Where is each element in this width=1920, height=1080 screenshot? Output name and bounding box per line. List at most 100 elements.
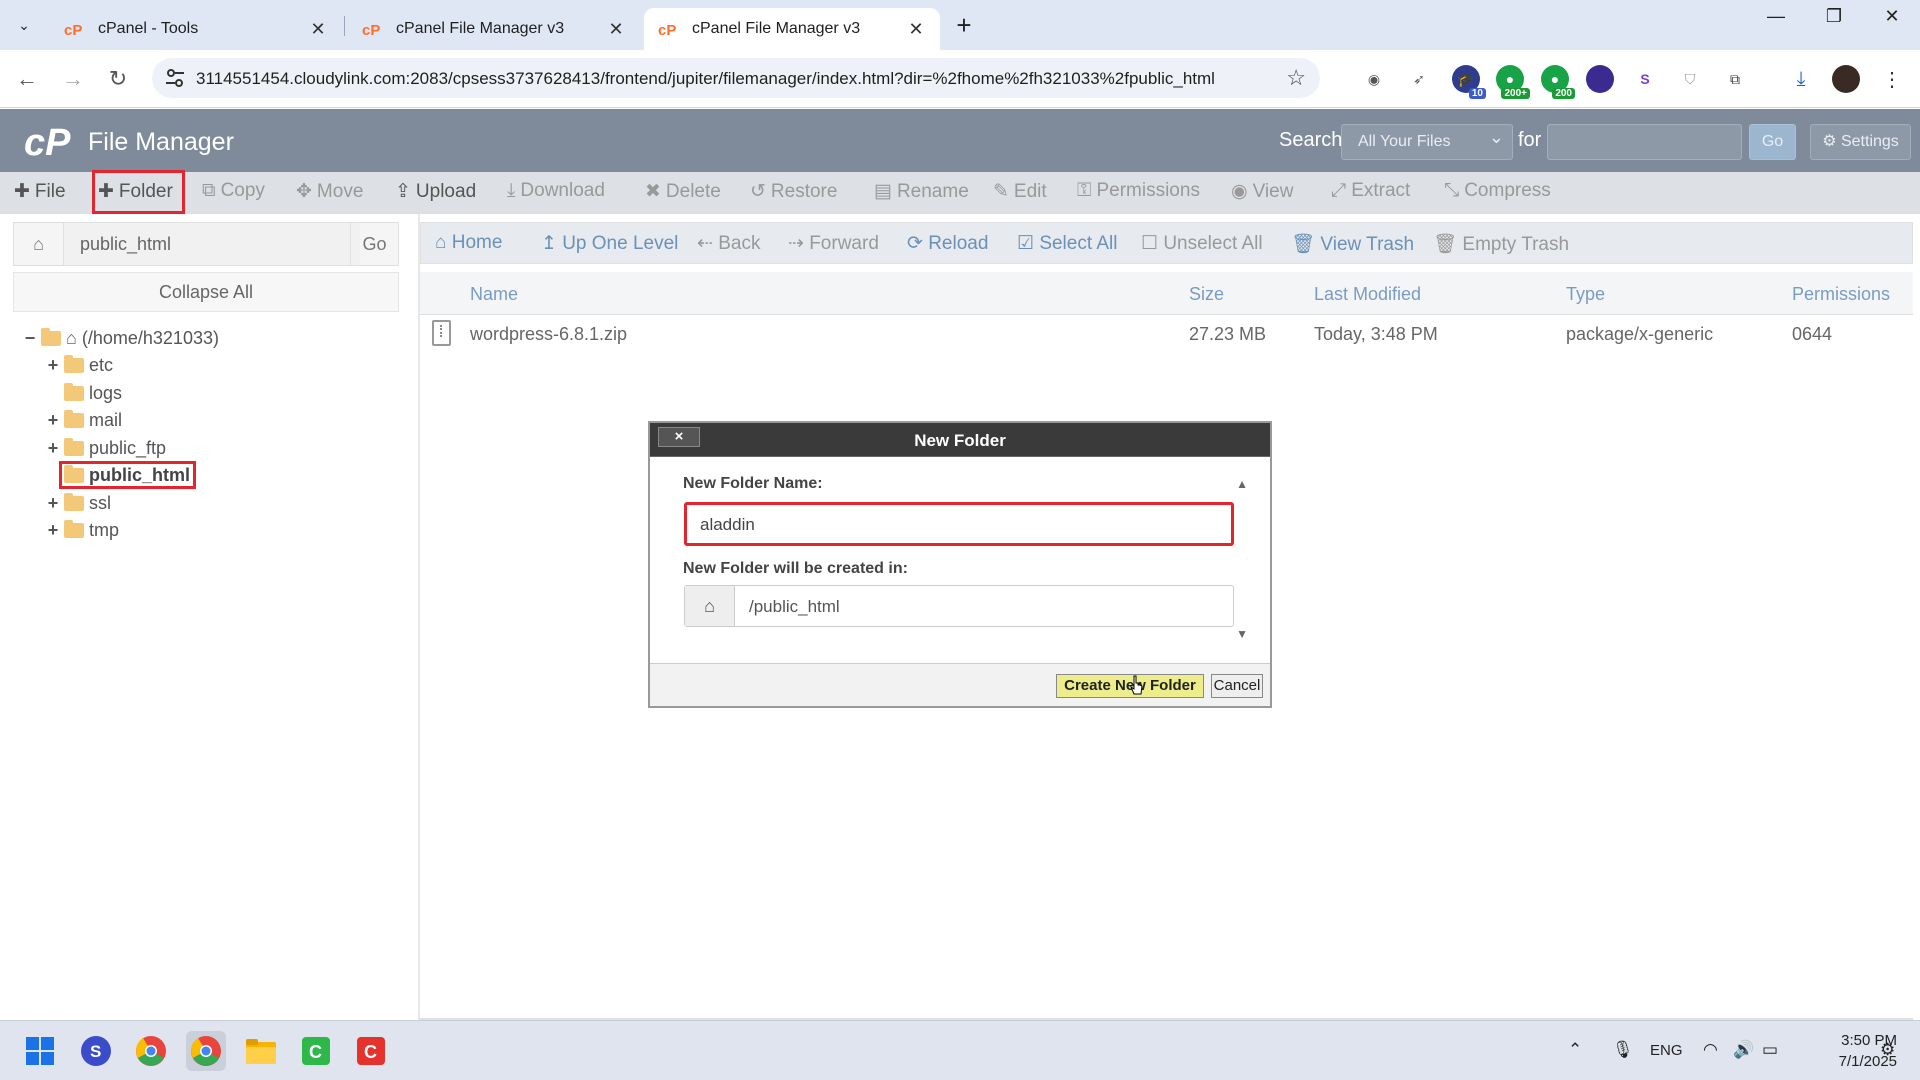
- download-button[interactable]: ⤓ Download: [507, 180, 605, 202]
- menu-icon[interactable]: ⋮: [1878, 65, 1906, 93]
- scroll-up-icon[interactable]: ▲: [1236, 477, 1248, 491]
- close-tab-icon[interactable]: ✕: [906, 19, 926, 40]
- s-app-icon[interactable]: S: [76, 1031, 116, 1071]
- restore-window-icon[interactable]: ❐: [1814, 6, 1854, 27]
- camera-icon[interactable]: ◉: [1360, 65, 1388, 93]
- tree-item-mail[interactable]: + mail: [45, 407, 122, 433]
- home-icon[interactable]: ⌂: [14, 223, 64, 265]
- microphone-icon[interactable]: 🎙: [1612, 1040, 1634, 1060]
- move-button[interactable]: ✥ Move: [296, 180, 363, 203]
- search-scope-select[interactable]: All Your Files: [1341, 124, 1513, 160]
- empty-trash-button[interactable]: 🗑 Empty Trash: [1433, 232, 1569, 256]
- path-go-button[interactable]: Go: [350, 223, 398, 265]
- forward-icon[interactable]: →: [58, 64, 88, 94]
- select-all-button[interactable]: ☑ Select All: [1017, 232, 1117, 255]
- show-hidden-icons-chevron-icon[interactable]: ⌃: [1568, 1040, 1582, 1060]
- close-tab-icon[interactable]: ✕: [606, 19, 626, 40]
- permissions-button[interactable]: ⚿ Permissions: [1077, 180, 1200, 202]
- search-go-button[interactable]: Go: [1749, 124, 1796, 160]
- collapse-all-button[interactable]: Collapse All: [13, 272, 399, 312]
- search-input[interactable]: [1547, 124, 1742, 160]
- expand-icon[interactable]: +: [45, 493, 61, 514]
- green-extension-icon[interactable]: ● 200: [1541, 65, 1575, 99]
- tree-item-ssl[interactable]: + ssl: [45, 490, 111, 516]
- shield-s-icon[interactable]: S: [1631, 65, 1659, 93]
- expand-icon[interactable]: +: [45, 520, 61, 541]
- new-file-button[interactable]: ✚ File: [14, 180, 66, 203]
- expand-icon[interactable]: +: [45, 355, 61, 376]
- url-bar[interactable]: 3114551454.cloudylink.com:2083/cpsess373…: [152, 58, 1320, 98]
- language-indicator[interactable]: ENG: [1650, 1042, 1683, 1059]
- scroll-down-icon[interactable]: ▼: [1236, 627, 1248, 641]
- shield-icon[interactable]: ⛉: [1676, 65, 1704, 93]
- up-one-level-button[interactable]: ↥ Up One Level: [541, 232, 678, 255]
- puzzle-icon[interactable]: ⧉: [1721, 65, 1749, 93]
- tree-item-logs[interactable]: logs: [45, 380, 122, 406]
- purple-circle-icon[interactable]: [1586, 65, 1614, 93]
- tab-file-manager-active[interactable]: cP cPanel File Manager v3 ✕: [644, 8, 940, 50]
- edit-button[interactable]: ✎ Edit: [993, 180, 1047, 203]
- notifications-icon[interactable]: ⚙: [1880, 1040, 1895, 1060]
- forward-button[interactable]: ⇢ Forward: [788, 232, 879, 255]
- file-explorer-icon[interactable]: [241, 1031, 281, 1071]
- column-type[interactable]: Type: [1566, 284, 1605, 305]
- rocket-icon[interactable]: ➶: [1405, 65, 1433, 93]
- cpanel-logo-icon[interactable]: cP: [24, 121, 84, 161]
- back-icon[interactable]: ←: [12, 64, 42, 94]
- delete-button[interactable]: ✖ Delete: [645, 180, 721, 203]
- home-icon: ⌂: [66, 327, 77, 348]
- tree-item-root[interactable]: − ⌂ (/home/h321033): [22, 325, 219, 351]
- expand-icon[interactable]: +: [45, 438, 61, 459]
- copy-button[interactable]: ⧉ Copy: [202, 180, 265, 202]
- graduation-cap-icon[interactable]: 🎓 10: [1452, 65, 1486, 99]
- column-size[interactable]: Size: [1189, 284, 1224, 305]
- new-tab-button[interactable]: +: [948, 10, 980, 41]
- reload-button[interactable]: ⟳ Reload: [907, 232, 988, 255]
- windows-start-icon[interactable]: [20, 1031, 60, 1071]
- battery-icon[interactable]: ▭: [1762, 1040, 1778, 1060]
- restore-button[interactable]: ↺ Restore: [750, 180, 837, 203]
- location-field[interactable]: ⌂ /public_html: [684, 585, 1234, 627]
- chrome-profile-icon[interactable]: [186, 1031, 226, 1071]
- green-app-icon[interactable]: C: [296, 1031, 336, 1071]
- tab-search-dropdown[interactable]: ⌄: [8, 10, 40, 40]
- wifi-icon[interactable]: ◠: [1703, 1040, 1718, 1060]
- unselect-all-button[interactable]: ☐ Unselect All: [1141, 232, 1263, 255]
- rename-button[interactable]: ▤ Rename: [874, 180, 969, 203]
- compress-button[interactable]: ⤡ Compress: [1444, 180, 1551, 202]
- bookmark-star-icon[interactable]: ☆: [1286, 65, 1306, 91]
- site-settings-icon[interactable]: [164, 67, 186, 89]
- close-window-icon[interactable]: ✕: [1872, 6, 1912, 27]
- tree-item-tmp[interactable]: + tmp: [45, 517, 119, 543]
- dialog-close-button[interactable]: ×: [658, 427, 700, 447]
- collapse-icon[interactable]: −: [22, 328, 38, 349]
- column-permissions[interactable]: Permissions: [1792, 284, 1890, 305]
- minimize-icon[interactable]: —: [1756, 6, 1796, 27]
- extract-button[interactable]: ⤢ Extract: [1331, 180, 1410, 202]
- tree-item-etc[interactable]: + etc: [45, 352, 113, 378]
- red-app-icon[interactable]: C: [351, 1031, 391, 1071]
- column-name[interactable]: Name: [470, 284, 518, 305]
- reload-icon[interactable]: ↻: [103, 64, 133, 94]
- chrome-icon[interactable]: [131, 1031, 171, 1071]
- upload-button[interactable]: ⇪ Upload: [395, 180, 476, 203]
- expand-icon[interactable]: +: [45, 410, 61, 431]
- tab-cpanel-tools[interactable]: cP cPanel - Tools ✕: [50, 8, 342, 50]
- home-button[interactable]: ⌂ Home: [435, 232, 502, 254]
- view-trash-button[interactable]: 🗑 View Trash: [1291, 232, 1414, 256]
- avatar-icon[interactable]: [1832, 65, 1860, 93]
- close-tab-icon[interactable]: ✕: [308, 19, 328, 40]
- path-input[interactable]: public_html: [64, 223, 360, 265]
- folder-name-input[interactable]: aladdin: [684, 502, 1234, 546]
- settings-button[interactable]: ⚙ Settings: [1810, 124, 1911, 160]
- cancel-button[interactable]: Cancel: [1211, 674, 1263, 698]
- green-extension-icon[interactable]: ● 200+: [1496, 65, 1530, 99]
- tree-item-public-ftp[interactable]: + public_ftp: [45, 435, 166, 461]
- download-icon[interactable]: ⤓: [1787, 65, 1815, 93]
- volume-icon[interactable]: 🔊: [1733, 1040, 1754, 1060]
- column-last-modified[interactable]: Last Modified: [1314, 284, 1421, 305]
- tab-file-manager-1[interactable]: cP cPanel File Manager v3 ✕: [348, 8, 640, 50]
- view-button[interactable]: ◉ View: [1231, 180, 1293, 203]
- table-row[interactable]: wordpress-6.8.1.zip 27.23 MB Today, 3:48…: [420, 317, 1913, 353]
- back-button[interactable]: ⇠ Back: [697, 232, 760, 255]
